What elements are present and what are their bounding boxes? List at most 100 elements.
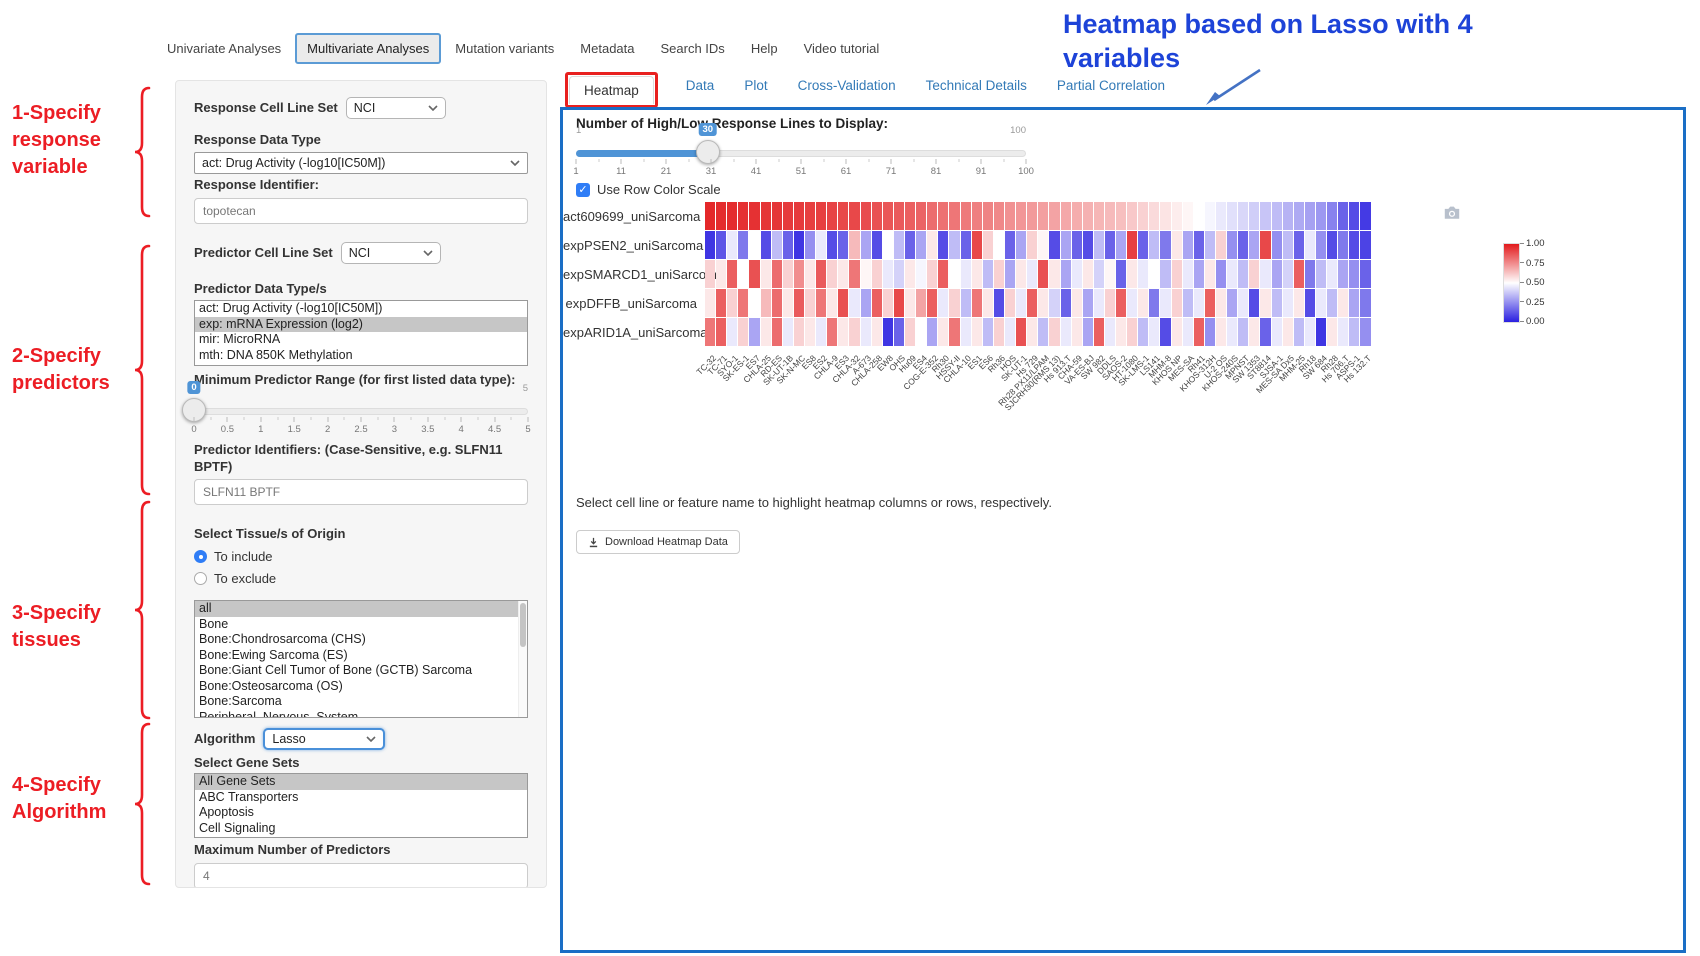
- list-option-bone-giant-cell-tumor-of-bone-gctb-sarcoma[interactable]: Bone:Giant Cell Tumor of Bone (GCTB) Sar…: [195, 663, 518, 679]
- heatmap-cell[interactable]: [938, 289, 948, 317]
- heatmap-cell[interactable]: [916, 260, 926, 288]
- heatmap-cell[interactable]: [727, 202, 737, 230]
- heatmap-cell[interactable]: [838, 260, 848, 288]
- heatmap-cell[interactable]: [1283, 231, 1293, 259]
- heatmap-cell[interactable]: [716, 231, 726, 259]
- heatmap-cell[interactable]: [1138, 202, 1148, 230]
- heatmap-cell[interactable]: [749, 318, 759, 346]
- list-option-mth-dna-850k-methylation[interactable]: mth: DNA 850K Methylation: [195, 348, 527, 364]
- heatmap-cell[interactable]: [1349, 202, 1359, 230]
- heatmap-cell[interactable]: [772, 260, 782, 288]
- heatmap-cell[interactable]: [1227, 260, 1237, 288]
- heatmap-cell[interactable]: [1194, 318, 1204, 346]
- heatmap-cell[interactable]: [838, 202, 848, 230]
- heatmap-cell[interactable]: [1316, 231, 1326, 259]
- heatmap-cell[interactable]: [749, 260, 759, 288]
- heatmap-cell[interactable]: [1127, 260, 1137, 288]
- heatmap-cell[interactable]: [1027, 260, 1037, 288]
- heatmap-cell[interactable]: [927, 202, 937, 230]
- heatmap-cell[interactable]: [983, 318, 993, 346]
- heatmap-cell[interactable]: [1249, 231, 1259, 259]
- heatmap-cell[interactable]: [883, 318, 893, 346]
- heatmap-cell[interactable]: [994, 202, 1004, 230]
- heatmap-cell[interactable]: [861, 260, 871, 288]
- heatmap-cell[interactable]: [1283, 289, 1293, 317]
- heatmap-cell[interactable]: [938, 260, 948, 288]
- heatmap-cell[interactable]: [816, 260, 826, 288]
- heatmap-cell[interactable]: [1305, 231, 1315, 259]
- heatmap-cell[interactable]: [772, 231, 782, 259]
- heatmap-cell[interactable]: [827, 260, 837, 288]
- heatmap-cell[interactable]: [1283, 202, 1293, 230]
- heatmap-cell[interactable]: [1194, 202, 1204, 230]
- heatmap-cell[interactable]: [1227, 289, 1237, 317]
- heatmap-cell[interactable]: [1160, 318, 1170, 346]
- heatmap-cell[interactable]: [705, 231, 715, 259]
- heatmap-cell[interactable]: [1272, 318, 1282, 346]
- heatmap-cell[interactable]: [1360, 202, 1370, 230]
- heatmap-cell[interactable]: [1183, 289, 1193, 317]
- heatmap-cell[interactable]: [783, 202, 793, 230]
- heatmap-cell[interactable]: [849, 289, 859, 317]
- heatmap-cell[interactable]: [994, 260, 1004, 288]
- heatmap-cell[interactable]: [783, 318, 793, 346]
- heatmap-cell[interactable]: [772, 289, 782, 317]
- heatmap-cell[interactable]: [1138, 231, 1148, 259]
- heatmap-cell[interactable]: [1016, 260, 1026, 288]
- predictor-identifiers-input[interactable]: [194, 479, 528, 505]
- heatmap-cell[interactable]: [794, 318, 804, 346]
- heatmap-cell[interactable]: [705, 318, 715, 346]
- heatmap-cell[interactable]: [905, 202, 915, 230]
- list-option-abc-transporters[interactable]: ABC Transporters: [195, 790, 527, 806]
- response-cell-line-set-select[interactable]: NCI: [346, 97, 446, 119]
- heatmap-cell[interactable]: [1061, 231, 1071, 259]
- heatmap-cell[interactable]: [1127, 231, 1137, 259]
- heatmap-cell[interactable]: [827, 202, 837, 230]
- heatmap-cell[interactable]: [1183, 231, 1193, 259]
- heatmap-cell[interactable]: [1360, 318, 1370, 346]
- heatmap-cell[interactable]: [716, 260, 726, 288]
- heatmap-cell[interactable]: [1149, 289, 1159, 317]
- heatmap-cell[interactable]: [1294, 289, 1304, 317]
- heatmap-cell[interactable]: [1105, 202, 1115, 230]
- heatmap-cell[interactable]: [961, 289, 971, 317]
- heatmap-cell[interactable]: [738, 289, 748, 317]
- heatmap-cell[interactable]: [1272, 260, 1282, 288]
- heatmap-cell[interactable]: [1061, 289, 1071, 317]
- heatmap-cell[interactable]: [905, 318, 915, 346]
- heatmap-cell[interactable]: [1038, 318, 1048, 346]
- heatmap-cell[interactable]: [1205, 260, 1215, 288]
- nav-tab-univariate-analyses[interactable]: Univariate Analyses: [155, 33, 293, 64]
- heatmap-cell[interactable]: [1027, 231, 1037, 259]
- heatmap-cell[interactable]: [1072, 260, 1082, 288]
- tab-heatmap[interactable]: Heatmap: [569, 76, 654, 104]
- response-data-type-select[interactable]: act: Drug Activity (-log10[IC50M]): [194, 152, 528, 174]
- heatmap-cell[interactable]: [905, 289, 915, 317]
- heatmap-cell[interactable]: [1149, 231, 1159, 259]
- heatmap-cell[interactable]: [1238, 318, 1248, 346]
- heatmap-cell[interactable]: [738, 260, 748, 288]
- nav-tab-video-tutorial[interactable]: Video tutorial: [792, 33, 892, 64]
- heatmap-cell[interactable]: [1016, 231, 1026, 259]
- heatmap-cell[interactable]: [1205, 318, 1215, 346]
- heatmap-cell[interactable]: [1016, 318, 1026, 346]
- heatmap-cell[interactable]: [1216, 289, 1226, 317]
- heatmap-cell[interactable]: [872, 318, 882, 346]
- heatmap-cell[interactable]: [816, 231, 826, 259]
- heatmap-cell[interactable]: [794, 289, 804, 317]
- heatmap-cell[interactable]: [1272, 202, 1282, 230]
- heatmap-cell[interactable]: [1127, 318, 1137, 346]
- scrollbar[interactable]: [518, 601, 527, 717]
- heatmap-cell[interactable]: [1327, 318, 1337, 346]
- heatmap-cell[interactable]: [1083, 260, 1093, 288]
- heatmap-cell[interactable]: [838, 289, 848, 317]
- heatmap-cell[interactable]: [883, 202, 893, 230]
- heatmap-cell[interactable]: [1183, 318, 1193, 346]
- heatmap-cell[interactable]: [1149, 260, 1159, 288]
- heatmap-cell[interactable]: [738, 202, 748, 230]
- heatmap-cell[interactable]: [1116, 202, 1126, 230]
- heatmap-cell[interactable]: [716, 318, 726, 346]
- heatmap-cell[interactable]: [994, 318, 1004, 346]
- heatmap-cell[interactable]: [1172, 260, 1182, 288]
- heatmap-cell[interactable]: [983, 231, 993, 259]
